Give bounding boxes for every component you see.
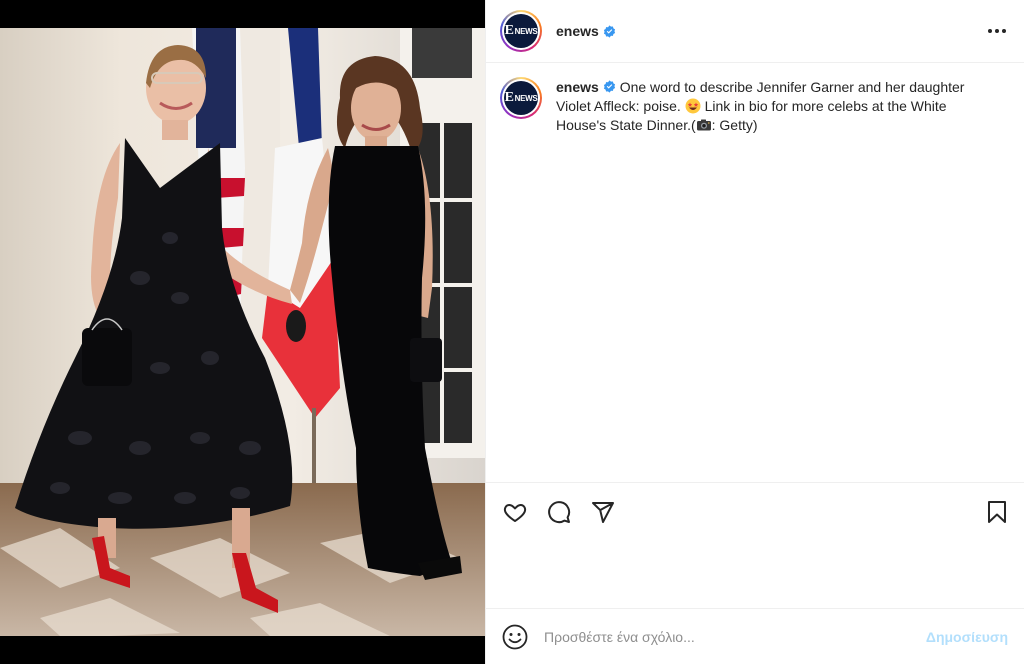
instagram-post: E NEWS enews E NEWS enews One word to de… (0, 0, 1024, 664)
story-ring[interactable]: E NEWS (500, 10, 542, 52)
caption-avatar-text: NEWS (514, 93, 538, 103)
caption-username[interactable]: enews (556, 79, 599, 95)
post-comment-button[interactable]: Δημοσίευση (926, 629, 1008, 645)
paper-plane-icon[interactable] (590, 499, 616, 525)
post-header: E NEWS enews (486, 0, 1024, 63)
caption-body-3: : Getty) (711, 117, 758, 133)
avatar-letter: E (504, 23, 514, 38)
caption-avatar-border: E NEWS (502, 79, 540, 117)
camera-emoji (696, 119, 711, 131)
verified-badge-icon (603, 80, 615, 93)
bookmark-icon[interactable] (984, 499, 1010, 525)
smiley-icon[interactable] (502, 624, 528, 650)
caption-text: enews One word to describe Jennifer Garn… (556, 77, 996, 135)
heart-icon[interactable] (502, 499, 528, 525)
more-options-icon[interactable] (986, 23, 1008, 39)
comments-area: E NEWS enews One word to describe Jennif… (486, 63, 1024, 482)
avatar-text: NEWS (514, 26, 538, 36)
caption: E NEWS enews One word to describe Jennif… (500, 77, 1008, 135)
caption-story-ring[interactable]: E NEWS (500, 77, 542, 119)
post-media (0, 0, 485, 664)
caption-avatar-letter: E (504, 90, 514, 105)
add-comment-bar: Δημοσίευση (486, 608, 1024, 664)
avatar-border: E NEWS (502, 12, 540, 50)
caption-avatar: E NEWS (504, 81, 538, 115)
comment-input[interactable] (544, 628, 926, 645)
star-struck-emoji (685, 98, 701, 114)
comment-icon[interactable] (546, 499, 572, 525)
action-bar (486, 482, 1024, 540)
verified-badge-icon (603, 24, 615, 38)
post-meta-area (486, 540, 1024, 608)
header-username[interactable]: enews (556, 23, 599, 39)
post-details-panel: E NEWS enews E NEWS enews One word to de… (485, 0, 1024, 664)
avatar: E NEWS (504, 14, 538, 48)
post-photo[interactable] (0, 28, 485, 636)
